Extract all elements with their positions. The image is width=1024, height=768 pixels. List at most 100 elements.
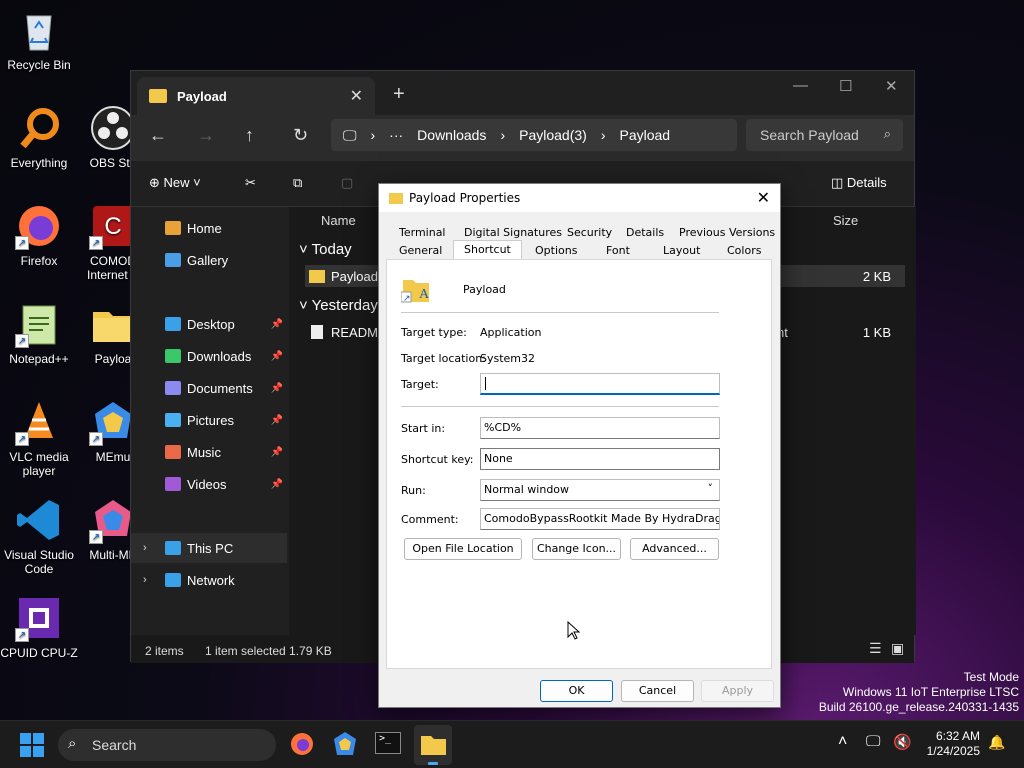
chevron-right-icon[interactable]: › [143,574,147,586]
advanced-button[interactable]: Advanced... [630,538,719,560]
open-file-location-button[interactable]: Open File Location [404,538,522,560]
start-button[interactable] [20,733,44,760]
minimize-button[interactable]: — [793,77,808,94]
taskbar-file-explorer[interactable] [414,725,452,765]
maximize-button[interactable]: ☐ [839,77,852,95]
column-header-size[interactable]: Size [833,213,858,228]
dialog-title: Payload Properties [409,191,521,205]
sidebar-item-home[interactable]: Home [131,213,287,243]
group-header-yesterday[interactable]: ˅ Yesterday [299,297,378,314]
sidebar-item-pictures[interactable]: Pictures 📌 [131,405,287,435]
cancel-button[interactable]: Cancel [621,680,694,702]
clock[interactable]: 6:32 AM 1/24/2025 [922,729,980,759]
music-icon [165,445,181,459]
details-view-icon[interactable]: ☰ [869,640,882,657]
tab-font[interactable]: Font [606,242,630,260]
ok-button[interactable]: OK [540,680,613,702]
tab-general[interactable]: General [399,242,442,260]
tab-shortcut[interactable]: Shortcut [453,240,522,260]
forward-button[interactable]: → [197,125,215,146]
column-header-name[interactable]: Name [321,213,356,228]
tab-previous-versions[interactable]: Previous Versions [679,224,775,242]
group-header-today[interactable]: ˅ Today [299,241,352,258]
desktop-icon-vlc[interactable]: ↗ VLC media player [0,398,78,478]
pin-icon: 📌 [270,446,283,458]
new-button[interactable]: ⊕ New ˅ [149,175,201,191]
change-icon-button[interactable]: Change Icon... [532,538,621,560]
sidebar-item-network[interactable]: › Network [131,565,287,595]
search-icon: ⌕ [883,126,891,141]
tab-colors[interactable]: Colors [727,242,761,260]
vlc-icon: ↗ [15,398,63,446]
tab-security[interactable]: Security [567,224,612,242]
divider [401,406,719,407]
pin-icon: 📌 [270,414,283,426]
apply-button[interactable]: Apply [701,680,774,702]
breadcrumb-downloads[interactable]: Downloads [417,127,486,143]
target-type-label: Target type: [401,326,467,339]
taskbar-search[interactable]: ⌕ Search [58,729,276,761]
sidebar-item-this-pc[interactable]: › This PC [131,533,287,563]
taskbar-memu[interactable] [332,731,358,760]
start-in-field[interactable]: %CD% [480,417,720,439]
refresh-button[interactable]: ↻ [293,125,308,146]
search-placeholder: Search Payload [760,127,859,143]
taskbar-search-label: Search [92,737,137,753]
more-icon[interactable]: ··· [389,127,403,143]
desktop-icon-firefox[interactable]: ↗ Firefox [0,202,78,268]
this-pc-icon [165,541,181,555]
target-label: Target: [401,378,439,391]
desktop-icon-recycle-bin[interactable]: Recycle Bin [0,6,78,72]
chevron-right-icon[interactable]: › [143,542,147,554]
desktop-icon-label-line2: Code [24,562,54,576]
notification-bell-icon[interactable]: 🔔 [988,734,1005,751]
selection-info: 1 item selected 1.79 KB [205,644,332,658]
sidebar-item-documents[interactable]: Documents 📌 [131,373,287,403]
back-button[interactable]: ← [149,125,167,146]
close-window-button[interactable]: ✕ [885,77,898,95]
search-box[interactable]: Search Payload ⌕ [746,119,903,151]
breadcrumb-payload3[interactable]: Payload(3) [519,127,587,143]
desktop-icon-vscode[interactable]: Visual Studio Code [0,496,78,576]
tab-details[interactable]: Details [626,224,664,242]
up-button[interactable]: ↑ [245,125,254,146]
taskbar-terminal[interactable]: >_ [375,732,401,754]
breadcrumb-payload[interactable]: Payload [619,127,670,143]
volume-muted-icon[interactable]: 🔇 [893,733,912,751]
run-select[interactable]: Normal window ˅ [480,479,720,501]
everything-search-icon [15,104,63,152]
sidebar-item-videos[interactable]: Videos 📌 [131,469,287,499]
tiles-view-icon[interactable]: ▣ [891,640,904,657]
network-status-icon[interactable]: 🖵 [866,733,880,750]
cut-icon[interactable]: ✂ [245,175,256,191]
new-tab-button[interactable]: + [393,83,405,106]
tab-terminal[interactable]: Terminal [399,224,446,242]
comment-field[interactable]: ComodoBypassRootkit Made By HydraDragonA… [480,508,720,530]
explorer-tab[interactable]: Payload ✕ [137,77,375,115]
desktop-icon-label: Notepad++ [9,352,69,366]
chevron-up-icon[interactable]: ˄ [838,733,847,751]
details-button[interactable]: ◫ Details [831,175,887,191]
sidebar-item-gallery[interactable]: Gallery [131,245,287,275]
desktop-icon-everything[interactable]: Everything [0,104,78,170]
navigation-bar: ← → ↑ ↻ 🖵 › ··· Downloads › Payload(3) ›… [131,115,914,161]
desktop-icon-label: VLC media [9,450,69,464]
paste-icon[interactable]: ▢ [341,175,353,191]
run-label: Run: [401,484,426,497]
copy-icon[interactable]: ⧉ [293,175,302,191]
close-tab-icon[interactable]: ✕ [350,86,363,106]
close-icon[interactable]: ✕ [757,188,770,207]
shortcut-arrow-icon: ↗ [89,530,103,544]
tab-layout[interactable]: Layout [663,242,700,260]
divider [401,312,719,313]
sidebar-item-music[interactable]: Music 📌 [131,437,287,467]
desktop-icon-cpuz[interactable]: ↗ CPUID CPU-Z [0,594,78,660]
target-field[interactable] [480,373,720,395]
sidebar-item-desktop[interactable]: Desktop 📌 [131,309,287,339]
shortcut-key-field[interactable]: None [480,448,720,470]
address-bar[interactable]: 🖵 › ··· Downloads › Payload(3) › Payload [331,119,737,151]
desktop-icon-notepadpp[interactable]: ↗ Notepad++ [0,300,78,366]
taskbar-firefox[interactable] [289,731,315,760]
sidebar-item-downloads[interactable]: Downloads 📌 [131,341,287,371]
tab-options[interactable]: Options [535,242,577,260]
